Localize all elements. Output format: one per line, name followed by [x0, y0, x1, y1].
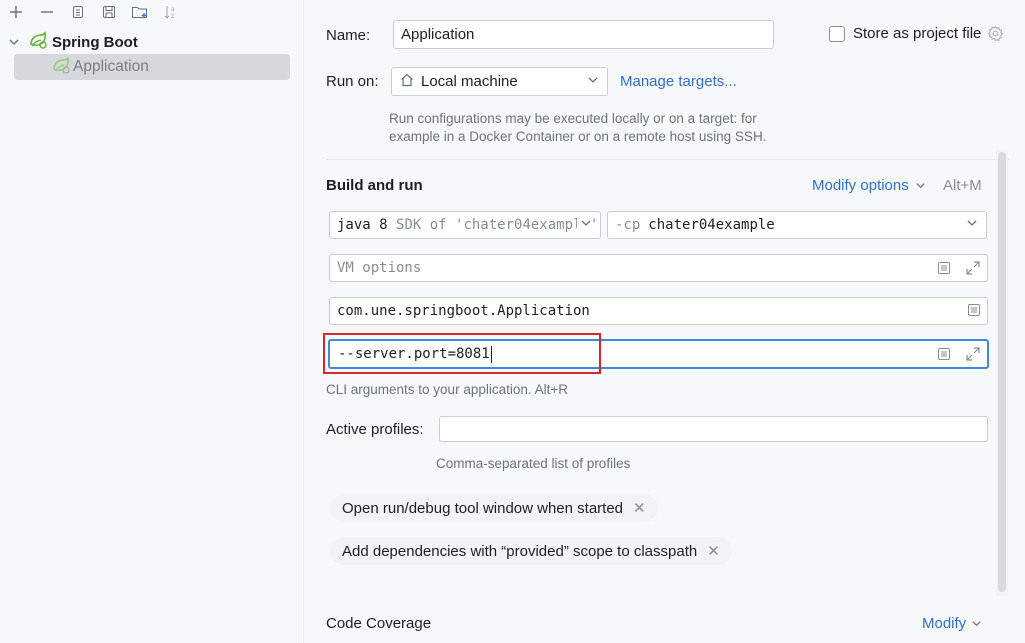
sort-icon[interactable]: az [161, 2, 181, 22]
run-on-label: Run on: [326, 73, 379, 90]
code-coverage-title: Code Coverage [326, 615, 432, 632]
active-profiles-hint: Comma-separated list of profiles [436, 456, 631, 471]
modify-options-label: Modify options [812, 177, 909, 194]
home-icon [399, 72, 415, 92]
main-class-input[interactable]: com.une.springboot.Application [329, 297, 988, 325]
active-profiles-label: Active profiles: [326, 421, 424, 438]
svg-text:a: a [171, 6, 175, 13]
run-on-value: Local machine [421, 73, 518, 90]
tree-toolbar: az [6, 2, 181, 22]
field-actions [937, 260, 981, 276]
chevron-down-icon [587, 73, 599, 90]
sdk-prefix: java 8 [337, 217, 388, 233]
gear-icon[interactable] [987, 25, 1004, 46]
list-icon[interactable] [937, 347, 951, 361]
cp-value: chater04example [648, 217, 775, 233]
store-as-project-checkbox[interactable] [829, 26, 845, 42]
classpath-select[interactable]: -cp chater04example [607, 211, 987, 239]
config-editor: Name: Application Store as project file … [305, 0, 1025, 643]
text-caret [490, 345, 492, 363]
spring-boot-app-icon [51, 56, 71, 78]
config-tree-panel: az Spring Boot Application [0, 0, 304, 643]
chevron-down-icon[interactable] [6, 34, 22, 50]
main-class-value: com.une.springboot.Application [337, 303, 590, 319]
run-on-select[interactable]: Local machine [391, 67, 608, 96]
expand-icon[interactable] [965, 346, 981, 362]
list-icon[interactable] [967, 303, 981, 317]
program-arguments-value: --server.port=8081 [338, 346, 490, 362]
coverage-modify-label: Modify [922, 615, 967, 632]
tree-group-label: Spring Boot [52, 33, 138, 51]
expand-icon[interactable] [965, 260, 981, 276]
list-icon[interactable] [937, 261, 951, 275]
manage-targets-link[interactable]: Manage targets... [620, 73, 737, 90]
option-chip-open-tool-window: Open run/debug tool window when started … [330, 494, 658, 522]
run-on-hint: Run configurations may be executed local… [389, 111, 767, 144]
svg-text:z: z [171, 13, 174, 20]
chip-label: Add dependencies with “provided” scope t… [342, 542, 698, 560]
chevron-down-icon [972, 621, 981, 627]
spring-boot-icon [28, 31, 48, 53]
save-icon[interactable] [99, 2, 119, 22]
vm-options-input[interactable]: VM options [329, 254, 988, 282]
program-arguments-hint: CLI arguments to your application. Alt+R [326, 382, 569, 397]
new-folder-icon[interactable] [130, 2, 150, 22]
coverage-modify-link[interactable]: Modify [922, 615, 982, 632]
option-chip-add-dependencies: Add dependencies with “provided” scope t… [330, 537, 732, 565]
name-input[interactable]: Application [393, 20, 774, 49]
modify-options-link[interactable]: Modify options [812, 177, 926, 194]
name-label: Name: [326, 27, 371, 44]
cp-prefix: -cp [615, 217, 641, 233]
chevron-down-icon [577, 217, 592, 233]
vm-options-placeholder: VM options [337, 260, 422, 276]
divider [326, 159, 1009, 160]
chevron-down-icon [966, 217, 978, 233]
close-icon[interactable]: ✕ [633, 499, 646, 517]
remove-icon[interactable] [37, 2, 57, 22]
active-profiles-input[interactable] [439, 416, 988, 442]
scrollbar-thumb[interactable] [998, 152, 1006, 592]
chip-label: Open run/debug tool window when started [342, 499, 624, 517]
tree-group-spring-boot[interactable]: Spring Boot [6, 29, 138, 55]
tree-item-application[interactable]: Application [14, 54, 290, 80]
field-actions [937, 346, 981, 362]
modify-options-shortcut: Alt+M [943, 177, 982, 194]
copy-icon[interactable] [68, 2, 88, 22]
field-actions [967, 303, 981, 317]
sdk-hint: SDK of 'chater04example' [396, 217, 599, 233]
name-value: Application [401, 26, 475, 43]
sdk-select[interactable]: java 8 SDK of 'chater04example' [329, 211, 601, 239]
build-and-run-title: Build and run [326, 177, 423, 194]
chevron-down-icon [916, 183, 925, 189]
store-as-project-label[interactable]: Store as project file [853, 25, 981, 42]
close-icon[interactable]: ✕ [707, 542, 720, 560]
tree-item-label: Application [73, 58, 149, 75]
add-icon[interactable] [6, 2, 26, 22]
program-arguments-input[interactable]: --server.port=8081 [328, 339, 989, 369]
